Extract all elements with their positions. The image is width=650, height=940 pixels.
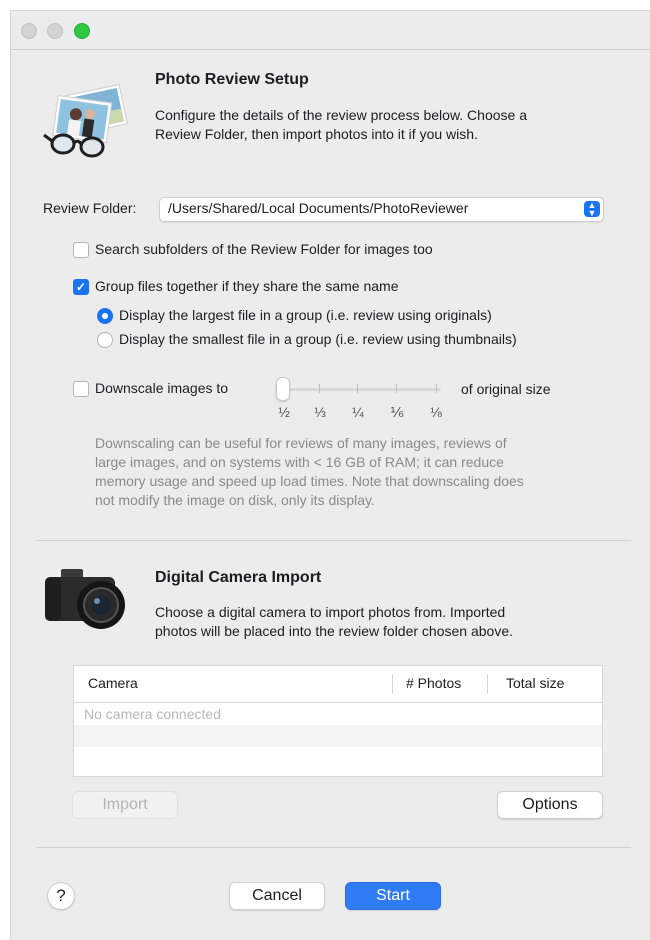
photo-review-description-line-2: Review Folder, then import photos into i…: [155, 126, 478, 142]
camera-import-title: Digital Camera Import: [155, 569, 322, 586]
camera-import-description-line-2: photos will be placed into the review fo…: [155, 623, 513, 639]
column-divider: [487, 674, 488, 694]
title-bar: [11, 11, 650, 50]
camera-icon: [45, 569, 125, 629]
display-largest-label: Display the largest file in a group (i.e…: [119, 307, 492, 323]
minimize-window-button[interactable]: [47, 23, 63, 39]
downscale-label: Downscale images to: [95, 380, 229, 396]
start-button[interactable]: Start: [345, 882, 441, 910]
section-divider: [37, 540, 631, 541]
column-header-photos[interactable]: # Photos: [406, 675, 461, 691]
import-button[interactable]: Import: [72, 791, 178, 819]
display-largest-radio[interactable]: [97, 308, 113, 324]
column-header-camera[interactable]: Camera: [88, 675, 138, 691]
table-row: [74, 747, 602, 769]
downscale-slider-track[interactable]: [275, 388, 441, 391]
downscale-note-line-4: not modify the image on disk, only its d…: [95, 492, 375, 508]
downscale-slider-knob[interactable]: [276, 377, 290, 401]
camera-table[interactable]: Camera # Photos Total size No camera con…: [73, 665, 603, 777]
search-subfolders-label: Search subfolders of the Review Folder f…: [95, 241, 433, 257]
column-header-total-size[interactable]: Total size: [506, 675, 564, 691]
search-subfolders-checkbox[interactable]: [73, 242, 89, 258]
display-smallest-radio[interactable]: [97, 332, 113, 348]
zoom-window-button[interactable]: [74, 23, 90, 39]
slider-tick: [436, 384, 437, 393]
display-smallest-label: Display the smallest file in a group (i.…: [119, 331, 517, 347]
downscale-checkbox[interactable]: [73, 381, 89, 397]
photo-review-title: Photo Review Setup: [155, 71, 309, 88]
fraction-label-sixth: ⅙: [390, 404, 404, 420]
camera-table-header: Camera # Photos Total size: [74, 666, 602, 703]
review-folder-select[interactable]: /Users/Shared/Local Documents/PhotoRevie…: [159, 197, 604, 222]
table-row: [74, 725, 602, 747]
fraction-label-third: ⅓: [314, 404, 326, 420]
empty-table-message: No camera connected: [84, 706, 221, 722]
group-files-checkbox[interactable]: ✓: [73, 279, 89, 295]
downscale-note-line-1: Downscaling can be useful for reviews of…: [95, 435, 507, 451]
slider-tick: [319, 384, 320, 393]
downscale-suffix-label: of original size: [461, 381, 551, 397]
section-divider: [37, 847, 631, 848]
photo-review-description-line-1: Configure the details of the review proc…: [155, 107, 527, 123]
photo-review-setup-window: Photo Review Setup Configure the details…: [10, 10, 650, 940]
downscale-note-line-2: large images, and on systems with < 16 G…: [95, 454, 504, 470]
photos-and-glasses-icon: [43, 83, 128, 158]
review-folder-label: Review Folder:: [43, 200, 137, 216]
slider-tick: [396, 384, 397, 393]
fraction-label-half: ½: [278, 404, 290, 420]
table-row: No camera connected: [74, 703, 602, 725]
fraction-label-quarter: ¼: [352, 404, 364, 420]
close-window-button[interactable]: [21, 23, 37, 39]
review-folder-value: /Users/Shared/Local Documents/PhotoRevie…: [168, 200, 469, 216]
help-button[interactable]: ?: [47, 882, 75, 910]
slider-tick: [357, 384, 358, 393]
options-button[interactable]: Options: [497, 791, 603, 819]
column-divider: [392, 674, 393, 694]
fraction-label-eighth: ⅛: [430, 404, 442, 420]
select-arrows-icon: ▲ ▼: [584, 201, 600, 218]
camera-import-description-line-1: Choose a digital camera to import photos…: [155, 604, 506, 620]
downscale-note-line-3: memory usage and speed up load times. No…: [95, 473, 524, 489]
cancel-button[interactable]: Cancel: [229, 882, 325, 910]
group-files-label: Group files together if they share the s…: [95, 278, 399, 294]
